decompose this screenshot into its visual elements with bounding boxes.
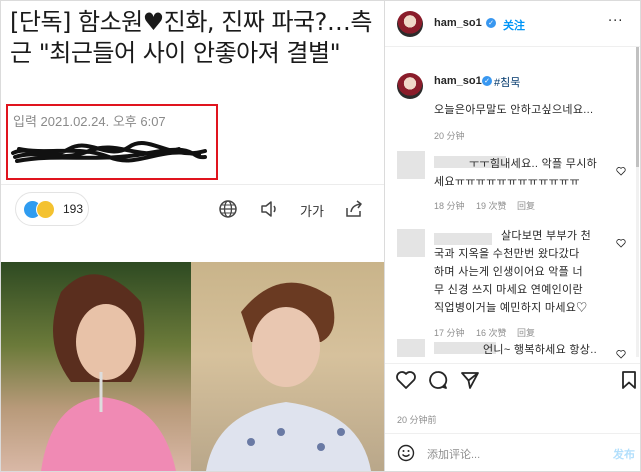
- comment-2-line-1: 살다보면 부부가 천: [501, 230, 592, 242]
- send-icon[interactable]: [459, 369, 481, 391]
- heart-icon[interactable]: [395, 369, 417, 391]
- avatar[interactable]: [397, 11, 423, 37]
- post-comment-button[interactable]: 发布: [613, 446, 635, 462]
- instagram-post-panel: ham_so1 ✓ 关注 ··· ham_so1 ✓ #침묵 오늘은아무말도 안…: [384, 1, 640, 471]
- caption-avatar[interactable]: [397, 73, 423, 99]
- comment-1-likes[interactable]: 19 次赞: [476, 199, 507, 212]
- redacted-avatar: [397, 151, 425, 179]
- comment-2-time: 17 分钟: [434, 328, 465, 338]
- smile-icon[interactable]: [397, 444, 415, 462]
- comment-2-like-heart-icon[interactable]: [616, 238, 626, 248]
- comment-2-line-5: 직업병이거늘 예민하지 마세요♡: [434, 302, 588, 314]
- comment-2-line-2: 국과 지옥을 수천만번 왔다갔다: [434, 248, 580, 260]
- redacted-avatar: [397, 339, 425, 357]
- scrollbar[interactable]: [636, 47, 639, 357]
- reaction-count: 193: [63, 202, 84, 216]
- article-headline: [단독] 함소원♥진화, 진짜 파국?…측근 "최근들어 사이 안좋아져 결별": [10, 8, 372, 67]
- caption-username[interactable]: ham_so1: [434, 75, 482, 87]
- comment-1-time: 18 分钟: [434, 201, 465, 211]
- post-time: 20 分钟前: [397, 415, 437, 425]
- bookmark-icon[interactable]: [618, 369, 640, 391]
- reaction-button[interactable]: 193: [15, 192, 89, 226]
- comment-3-line-1: 언니~ 행복하세요 항상..: [483, 344, 597, 356]
- caption-time: 20 分钟: [434, 131, 465, 141]
- comment-1-reply[interactable]: 回复: [517, 199, 535, 212]
- add-comment-input[interactable]: 添加评论...: [427, 446, 480, 462]
- article-photo: [1, 262, 384, 471]
- add-comment-bar: 添加评论... 发布: [385, 433, 640, 471]
- comment-icon[interactable]: [427, 369, 449, 391]
- comment-1-like-heart-icon[interactable]: [616, 166, 626, 176]
- comment-2-line-4: 무 신경 쓰지 마세요 연예인이란: [434, 284, 583, 296]
- follow-button[interactable]: 关注: [503, 17, 525, 33]
- photo-man: [191, 262, 384, 471]
- article-divider: [1, 184, 384, 185]
- comment-2-likes[interactable]: 16 次赞: [476, 326, 507, 339]
- speaker-icon[interactable]: [258, 198, 280, 220]
- header-username[interactable]: ham_so1: [434, 17, 482, 29]
- redacted-username: [434, 233, 492, 245]
- globe-icon[interactable]: [217, 198, 239, 220]
- love-emoji-icon: [36, 199, 55, 219]
- comment-3-like-heart-icon[interactable]: [616, 349, 626, 359]
- caption-text: 오늘은아무말도 안하고싶으네요...: [434, 104, 594, 116]
- photo-woman: [1, 262, 191, 471]
- verified-icon: ✓: [482, 76, 492, 86]
- comment-1-line-1: ㅜㅜ힘내세요.. 악플 무시하: [469, 158, 598, 170]
- highlight-box: [6, 104, 218, 180]
- caption-hashtag[interactable]: #침묵: [494, 74, 520, 90]
- news-article: [단독] 함소원♥진화, 진짜 파국?…측근 "최근들어 사이 안좋아져 결별"…: [1, 1, 384, 471]
- font-size-icon[interactable]: 가가: [300, 201, 324, 220]
- comment-1-line-2: 세요ㅠㅠㅠㅠㅠㅠㅠㅠㅠㅠㅠㅠ: [434, 176, 580, 188]
- comment-2-reply[interactable]: 回复: [517, 326, 535, 339]
- more-options-icon[interactable]: ···: [608, 14, 623, 29]
- share-icon[interactable]: [343, 198, 365, 220]
- redacted-avatar: [397, 229, 425, 257]
- post-header: ham_so1 ✓ 关注 ···: [385, 1, 640, 47]
- comment-2-line-3: 하며 사는게 인생이어요 악플 너: [434, 266, 583, 278]
- screenshot-frame: [단독] 함소원♥진화, 진짜 파국?…측근 "최근들어 사이 안좋아져 결별"…: [0, 0, 641, 472]
- verified-icon: ✓: [486, 18, 496, 28]
